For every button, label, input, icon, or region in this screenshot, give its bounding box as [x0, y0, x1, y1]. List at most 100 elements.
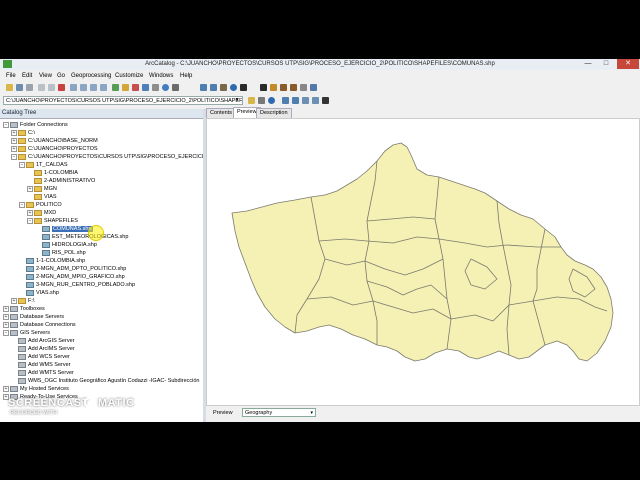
- expand-icon[interactable]: +: [11, 129, 17, 136]
- menu-help[interactable]: Help: [180, 73, 192, 79]
- menu-windows[interactable]: Windows: [149, 73, 173, 79]
- tree-node[interactable]: 1-COLOMBIA: [27, 169, 78, 177]
- launch-arcmap-icon[interactable]: [112, 84, 119, 91]
- zoom-in-icon[interactable]: [200, 84, 207, 91]
- tree-node[interactable]: Add WCS Server: [11, 353, 70, 361]
- tree-node[interactable]: − C:\JUANCHO\PROYECTOS\CURSOS UTP\SIG\PRO…: [11, 153, 203, 161]
- previous-extent-icon[interactable]: [302, 97, 309, 104]
- paste-icon[interactable]: [48, 84, 55, 91]
- create-thumbnail-icon[interactable]: [270, 84, 277, 91]
- tree-node[interactable]: + My Hosted Services: [3, 385, 69, 393]
- menu-go[interactable]: Go: [57, 73, 65, 79]
- tree-node[interactable]: + Toolboxes: [3, 305, 45, 313]
- tree-node[interactable]: + Database Servers: [3, 313, 64, 321]
- expand-icon[interactable]: +: [3, 313, 9, 320]
- disconnect-folder-icon[interactable]: [26, 84, 33, 91]
- preview-type-select[interactable]: Geography ▾: [242, 408, 316, 417]
- hammer-icon[interactable]: [280, 84, 287, 91]
- tree-node[interactable]: + C:\JUANCHO\PROYECTOS: [11, 145, 98, 153]
- menu-file[interactable]: File: [6, 73, 16, 79]
- comuna-polygon[interactable]: [231, 142, 614, 362]
- tree-node[interactable]: − GIS Servers: [3, 329, 50, 337]
- location-dropdown-icon[interactable]: ▾: [236, 97, 239, 103]
- collapse-icon[interactable]: −: [3, 329, 9, 336]
- tree-node[interactable]: WMS_OGC Instituto Geográfico Agustín Cod…: [11, 377, 200, 385]
- close-button[interactable]: ✕: [617, 59, 639, 69]
- expand-icon[interactable]: +: [27, 185, 33, 192]
- zoom-out-icon[interactable]: [210, 84, 217, 91]
- tree-node[interactable]: − Folder Connections: [3, 121, 68, 129]
- tree-node[interactable]: + C:\: [11, 129, 35, 137]
- tree-node[interactable]: COMUNAS.shp: [35, 225, 93, 233]
- tree-node[interactable]: − 1T_CALDAS: [19, 161, 68, 169]
- tree-node[interactable]: 2-ADMINISTRATIVO: [27, 177, 95, 185]
- delete-icon[interactable]: [58, 84, 65, 91]
- full-extent-icon[interactable]: [230, 84, 237, 91]
- tree-node[interactable]: + MXD: [27, 209, 56, 217]
- identify-icon[interactable]: [240, 84, 247, 91]
- tree-node[interactable]: + F:\: [11, 297, 34, 305]
- measure-icon[interactable]: [300, 84, 307, 91]
- connect-to-folder-icon[interactable]: [248, 97, 255, 104]
- tree-node[interactable]: HIDROLOGIA.shp: [35, 241, 97, 249]
- expand-icon[interactable]: +: [3, 385, 9, 392]
- next-extent-icon[interactable]: [312, 97, 319, 104]
- arctoolbox-icon[interactable]: [132, 84, 139, 91]
- tree-node[interactable]: Add ArcGIS Server: [11, 337, 74, 345]
- large-icons-icon[interactable]: [70, 84, 77, 91]
- catalog-window-icon[interactable]: [122, 84, 129, 91]
- expand-icon[interactable]: +: [11, 297, 17, 304]
- select-elements-icon[interactable]: [322, 97, 329, 104]
- tree-node[interactable]: RIS_POL.shp: [35, 249, 86, 257]
- tree-node[interactable]: VIAS.shp: [19, 289, 59, 297]
- tree-node[interactable]: EST_METEOROLOGICAS.shp: [35, 233, 128, 241]
- collapse-icon[interactable]: −: [27, 217, 33, 224]
- menu-customize[interactable]: Customize: [115, 73, 143, 79]
- fixed-zoom-out-icon[interactable]: [292, 97, 299, 104]
- menu-view[interactable]: View: [39, 73, 52, 79]
- expand-icon[interactable]: +: [11, 137, 17, 144]
- copy-icon[interactable]: [38, 84, 45, 91]
- location-input[interactable]: C:\JUANCHO\PROYECTOS\CURSOS UTP\SIG\PROC…: [3, 96, 243, 105]
- tree-node[interactable]: 2-MGN_ADM_DPTO_POLITICO.shp: [19, 265, 126, 273]
- tree-node[interactable]: 2-MGN_ADM_MPIO_GRAFICO.shp: [19, 273, 125, 281]
- preview-pane[interactable]: [206, 118, 640, 406]
- tree-node[interactable]: 3-MGN_RUR_CENTRO_POBLADO.shp: [19, 281, 135, 289]
- expand-icon[interactable]: +: [3, 321, 9, 328]
- catalog-tree[interactable]: − Folder Connections + C:\ + C:\JUANCHO\BASE_…: [0, 119, 203, 422]
- menu-geoprocessing[interactable]: Geoprocessing: [71, 73, 111, 79]
- tree-node[interactable]: VIAS: [27, 193, 57, 201]
- connect-folder-icon[interactable]: [16, 84, 23, 91]
- collapse-icon[interactable]: −: [19, 201, 25, 208]
- menu-edit[interactable]: Edit: [22, 73, 32, 79]
- tree-node[interactable]: + C:\JUANCHO\BASE_NORM: [11, 137, 98, 145]
- thumbnails-icon[interactable]: [100, 84, 107, 91]
- tab-contents[interactable]: Contents: [206, 108, 237, 118]
- georeference-icon[interactable]: [310, 84, 317, 91]
- minimize-button[interactable]: —: [580, 59, 596, 69]
- expand-icon[interactable]: +: [11, 145, 17, 152]
- tree-node[interactable]: Add WMS Server: [11, 361, 70, 369]
- expand-icon[interactable]: +: [27, 209, 33, 216]
- tab-description[interactable]: Description: [256, 108, 292, 118]
- tree-node[interactable]: − POLITICO: [19, 201, 62, 209]
- tree-node[interactable]: + Database Connections: [3, 321, 76, 329]
- expand-icon[interactable]: +: [3, 305, 9, 312]
- collapse-icon[interactable]: −: [19, 161, 25, 168]
- collapse-icon[interactable]: −: [11, 153, 17, 160]
- tree-node[interactable]: + MGN: [27, 185, 57, 193]
- search-icon[interactable]: [162, 84, 169, 91]
- tree-node[interactable]: Add ArcIMS Server: [11, 345, 75, 353]
- select-icon[interactable]: [260, 84, 267, 91]
- tree-node[interactable]: 1-1-COLOMBIA.shp: [19, 257, 85, 265]
- fixed-zoom-in-icon[interactable]: [282, 97, 289, 104]
- model-builder-icon[interactable]: [152, 84, 159, 91]
- collapse-icon[interactable]: −: [3, 121, 9, 128]
- up-one-level-icon[interactable]: [6, 84, 13, 91]
- details-icon[interactable]: [90, 84, 97, 91]
- globe-icon[interactable]: [268, 97, 275, 104]
- maximize-button[interactable]: □: [598, 59, 614, 69]
- tool-icon[interactable]: [290, 84, 297, 91]
- tree-node[interactable]: Add WMTS Server: [11, 369, 74, 377]
- help-icon[interactable]: [172, 84, 179, 91]
